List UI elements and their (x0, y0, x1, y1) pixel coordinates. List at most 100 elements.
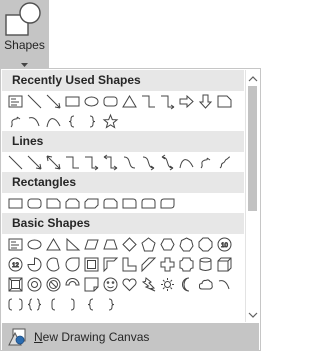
curved-double-arrow-shape-icon[interactable] (158, 153, 177, 172)
snip-corner-shape-icon[interactable] (215, 92, 234, 111)
arc-shape-icon[interactable] (215, 275, 234, 294)
cloud-shape-icon[interactable] (196, 275, 215, 294)
decagon-shape-icon[interactable]: 10 (215, 235, 234, 254)
right-brace-shape-icon[interactable] (82, 112, 101, 131)
shape-row (2, 193, 244, 213)
section-header: Lines (2, 131, 244, 152)
scrollbar-thumb[interactable] (248, 86, 257, 211)
round-diagonal-shape-icon[interactable] (158, 194, 177, 213)
oval-shape-icon[interactable] (25, 235, 44, 254)
heptagon-shape-icon[interactable] (177, 235, 196, 254)
new-drawing-canvas-button[interactable]: New Drawing Canvas (2, 323, 259, 350)
section-header: Recently Used Shapes (2, 70, 244, 91)
elbow-double-arrow-shape-icon[interactable] (101, 153, 120, 172)
teardrop-shape-icon[interactable] (63, 255, 82, 274)
scribble-shape-icon[interactable] (215, 153, 234, 172)
triangle-shape-icon[interactable] (120, 92, 139, 111)
smiley-face-shape-icon[interactable] (101, 275, 120, 294)
donut-shape-icon[interactable] (25, 275, 44, 294)
parallelogram-shape-icon[interactable] (82, 235, 101, 254)
shape-row: 12 (2, 254, 244, 274)
l-shape-shape-icon[interactable] (120, 255, 139, 274)
rectangle-shape-icon[interactable] (6, 194, 25, 213)
cube-shape-icon[interactable] (215, 255, 234, 274)
double-bracket-shape-icon[interactable] (6, 295, 25, 314)
left-brace-shape-icon[interactable] (63, 112, 82, 131)
cross-shape-icon[interactable] (158, 255, 177, 274)
frame-shape-icon[interactable] (82, 255, 101, 274)
triangle-shape-icon[interactable] (44, 235, 63, 254)
oval-shape-icon[interactable] (82, 92, 101, 111)
scroll-down-icon[interactable] (248, 309, 258, 319)
bevel-shape-icon[interactable] (6, 275, 25, 294)
diamond-shape-icon[interactable] (120, 235, 139, 254)
gallery-scrollbar[interactable] (245, 70, 259, 322)
curved-arrow-connector-shape-icon[interactable] (139, 153, 158, 172)
half-frame-shape-icon[interactable] (101, 255, 120, 274)
right-brace-shape-icon[interactable] (101, 295, 120, 314)
down-arrow-shape-icon[interactable] (196, 92, 215, 111)
rounded-rectangle-shape-icon[interactable] (25, 194, 44, 213)
hexagon-shape-icon[interactable] (158, 235, 177, 254)
line-shape-icon[interactable] (6, 153, 25, 172)
trapezoid-shape-icon[interactable] (101, 235, 120, 254)
moon-shape-icon[interactable] (177, 275, 196, 294)
freeform-shape-icon[interactable] (196, 153, 215, 172)
line-shape-icon[interactable] (25, 92, 44, 111)
curve-shape-icon[interactable] (177, 153, 196, 172)
shape-row: 10 (2, 234, 244, 254)
block-arc-shape-icon[interactable] (63, 275, 82, 294)
octagon-shape-icon[interactable] (196, 235, 215, 254)
shapes-button[interactable]: Shapes (0, 0, 49, 68)
shapes-icon (5, 2, 43, 41)
star-shape-icon[interactable] (101, 112, 120, 131)
snip-diagonal-shape-icon[interactable] (82, 194, 101, 213)
double-brace-shape-icon[interactable] (25, 295, 44, 314)
elbow-connector-shape-icon[interactable] (139, 92, 158, 111)
plaque-shape-icon[interactable] (177, 255, 196, 274)
shape-row (2, 111, 244, 131)
shape-row (2, 294, 244, 314)
lightning-bolt-shape-icon[interactable] (139, 275, 158, 294)
arrow-shape-icon[interactable] (25, 153, 44, 172)
right-arrow-shape-icon[interactable] (177, 92, 196, 111)
pentagon-shape-icon[interactable] (139, 235, 158, 254)
snip-round-corner-shape-icon[interactable] (101, 194, 120, 213)
can-shape-icon[interactable] (196, 255, 215, 274)
elbow-connector-shape-icon[interactable] (63, 153, 82, 172)
folded-corner-shape-icon[interactable] (82, 275, 101, 294)
text-box-shape-icon[interactable] (6, 92, 25, 111)
section-header: Rectangles (2, 172, 244, 193)
rounded-rectangle-shape-icon[interactable] (101, 92, 120, 111)
diagonal-stripe-shape-icon[interactable] (139, 255, 158, 274)
no-symbol-shape-icon[interactable] (44, 275, 63, 294)
double-arrow-shape-icon[interactable] (44, 153, 63, 172)
left-brace-shape-icon[interactable] (82, 295, 101, 314)
arrow-shape-icon[interactable] (44, 92, 63, 111)
rectangle-shape-icon[interactable] (63, 92, 82, 111)
pie-shape-icon[interactable] (25, 255, 44, 274)
sun-shape-icon[interactable] (158, 275, 177, 294)
round-same-side-shape-icon[interactable] (139, 194, 158, 213)
right-bracket-shape-icon[interactable] (63, 295, 82, 314)
right-triangle-shape-icon[interactable] (63, 235, 82, 254)
new-drawing-canvas-label: New Drawing Canvas (34, 329, 150, 344)
elbow-arrow-connector-shape-icon[interactable] (82, 153, 101, 172)
heart-shape-icon[interactable] (120, 275, 139, 294)
shapes-gallery-list: Recently Used Shapes Lines Rectangles Basic… (2, 70, 244, 322)
text-box-shape-icon[interactable] (6, 235, 25, 254)
scroll-up-icon[interactable] (248, 73, 258, 83)
left-bracket-shape-icon[interactable] (44, 295, 63, 314)
elbow-arrow-connector-shape-icon[interactable] (158, 92, 177, 111)
curve-shape-icon[interactable] (44, 112, 63, 131)
freeform-shape-icon[interactable] (6, 112, 25, 131)
shape-row (2, 91, 244, 111)
dodecagon-shape-icon[interactable]: 12 (6, 255, 25, 274)
drawing-canvas-icon (8, 328, 26, 346)
arc-shape-icon[interactable] (25, 112, 44, 131)
snip-single-corner-shape-icon[interactable] (44, 194, 63, 213)
curved-connector-shape-icon[interactable] (120, 153, 139, 172)
round-single-corner-shape-icon[interactable] (120, 194, 139, 213)
snip-same-side-shape-icon[interactable] (63, 194, 82, 213)
chord-shape-icon[interactable] (44, 255, 63, 274)
